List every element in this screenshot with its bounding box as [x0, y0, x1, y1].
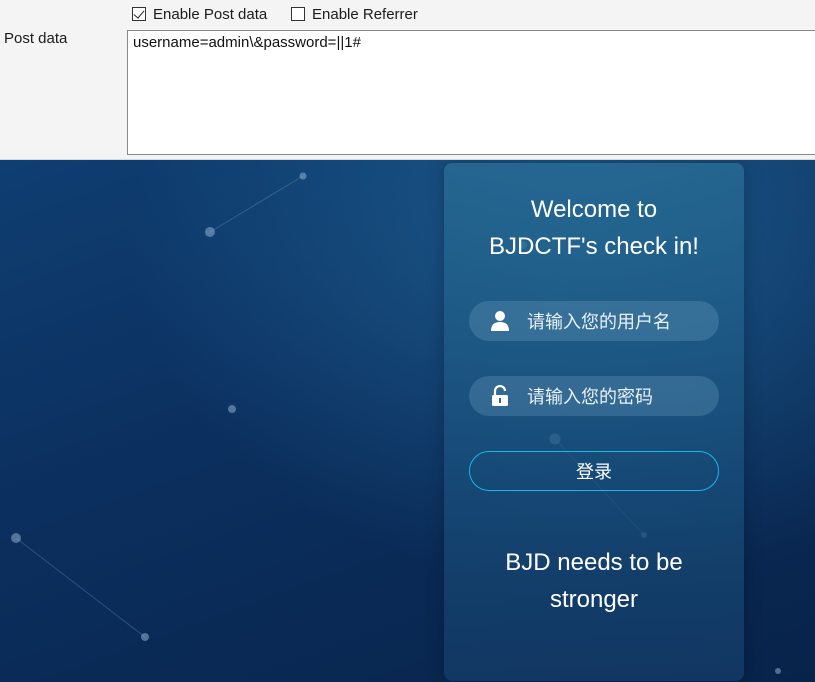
welcome-line-1: Welcome to: [530, 196, 658, 223]
enable-referrer-label: Enable Referrer: [312, 5, 418, 23]
login-page: Welcome to BJDCTF's check in! 请输入您的用户名 请…: [0, 160, 815, 682]
welcome-line-2: BJDCTF's check in!: [489, 233, 699, 260]
post-data-textarea[interactable]: username=admin\&password=||1#: [127, 30, 815, 155]
slogan-text: BJD needs to be stronger: [444, 544, 744, 618]
user-icon: [489, 310, 511, 332]
enable-post-data-option[interactable]: Enable Post data: [132, 4, 267, 24]
hackbar-panel: Enable Post data Enable Referrer Post da…: [0, 0, 815, 160]
lock-icon: [489, 385, 511, 407]
enable-post-data-checkbox[interactable]: [132, 7, 146, 21]
slogan-line-2: stronger: [549, 586, 639, 613]
login-button[interactable]: 登录: [469, 451, 719, 491]
enable-post-data-label: Enable Post data: [153, 5, 268, 23]
welcome-heading: Welcome to BJDCTF's check in!: [444, 191, 744, 265]
slogan-line-1: BJD needs to be: [505, 549, 683, 576]
password-field[interactable]: 请输入您的密码: [469, 376, 719, 416]
password-placeholder: 请输入您的密码: [527, 387, 653, 407]
enable-referrer-checkbox[interactable]: [291, 7, 305, 21]
post-data-label: Post data: [4, 30, 68, 47]
enable-referrer-option[interactable]: Enable Referrer: [291, 4, 418, 24]
login-card: Welcome to BJDCTF's check in! 请输入您的用户名 请…: [444, 163, 744, 681]
username-field[interactable]: 请输入您的用户名: [469, 301, 719, 341]
username-placeholder: 请输入您的用户名: [527, 312, 671, 332]
